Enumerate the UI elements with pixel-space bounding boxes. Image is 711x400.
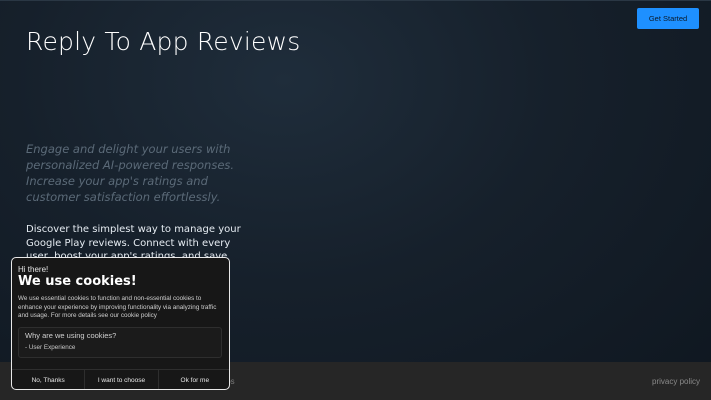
top-divider xyxy=(0,0,711,1)
page-title: Reply To App Reviews xyxy=(26,27,301,56)
get-started-button[interactable]: Get Started xyxy=(637,8,699,29)
cookie-text: We use essential cookies to function and… xyxy=(18,295,217,320)
cookie-button-bar: No, Thanks I want to choose Ok for me xyxy=(12,369,229,389)
cookie-reason-item: - User Experience xyxy=(25,344,76,351)
hero-tagline: Engage and delight your users with perso… xyxy=(26,142,235,204)
cookie-reasons-panel[interactable]: Why are we using cookies? - User Experie… xyxy=(18,327,222,358)
cookie-title: We use cookies! xyxy=(18,274,137,289)
accept-cookies-button[interactable]: Ok for me xyxy=(157,370,229,389)
cookie-reasons-title: Why are we using cookies? xyxy=(25,331,117,340)
privacy-policy-link[interactable]: privacy policy xyxy=(652,377,700,386)
cookie-greeting: Hi there! xyxy=(18,265,49,274)
no-thanks-button[interactable]: No, Thanks xyxy=(12,370,84,389)
cookie-banner: Hi there! We use cookies! We use essenti… xyxy=(11,257,230,390)
choose-cookies-button[interactable]: I want to choose xyxy=(84,370,157,389)
